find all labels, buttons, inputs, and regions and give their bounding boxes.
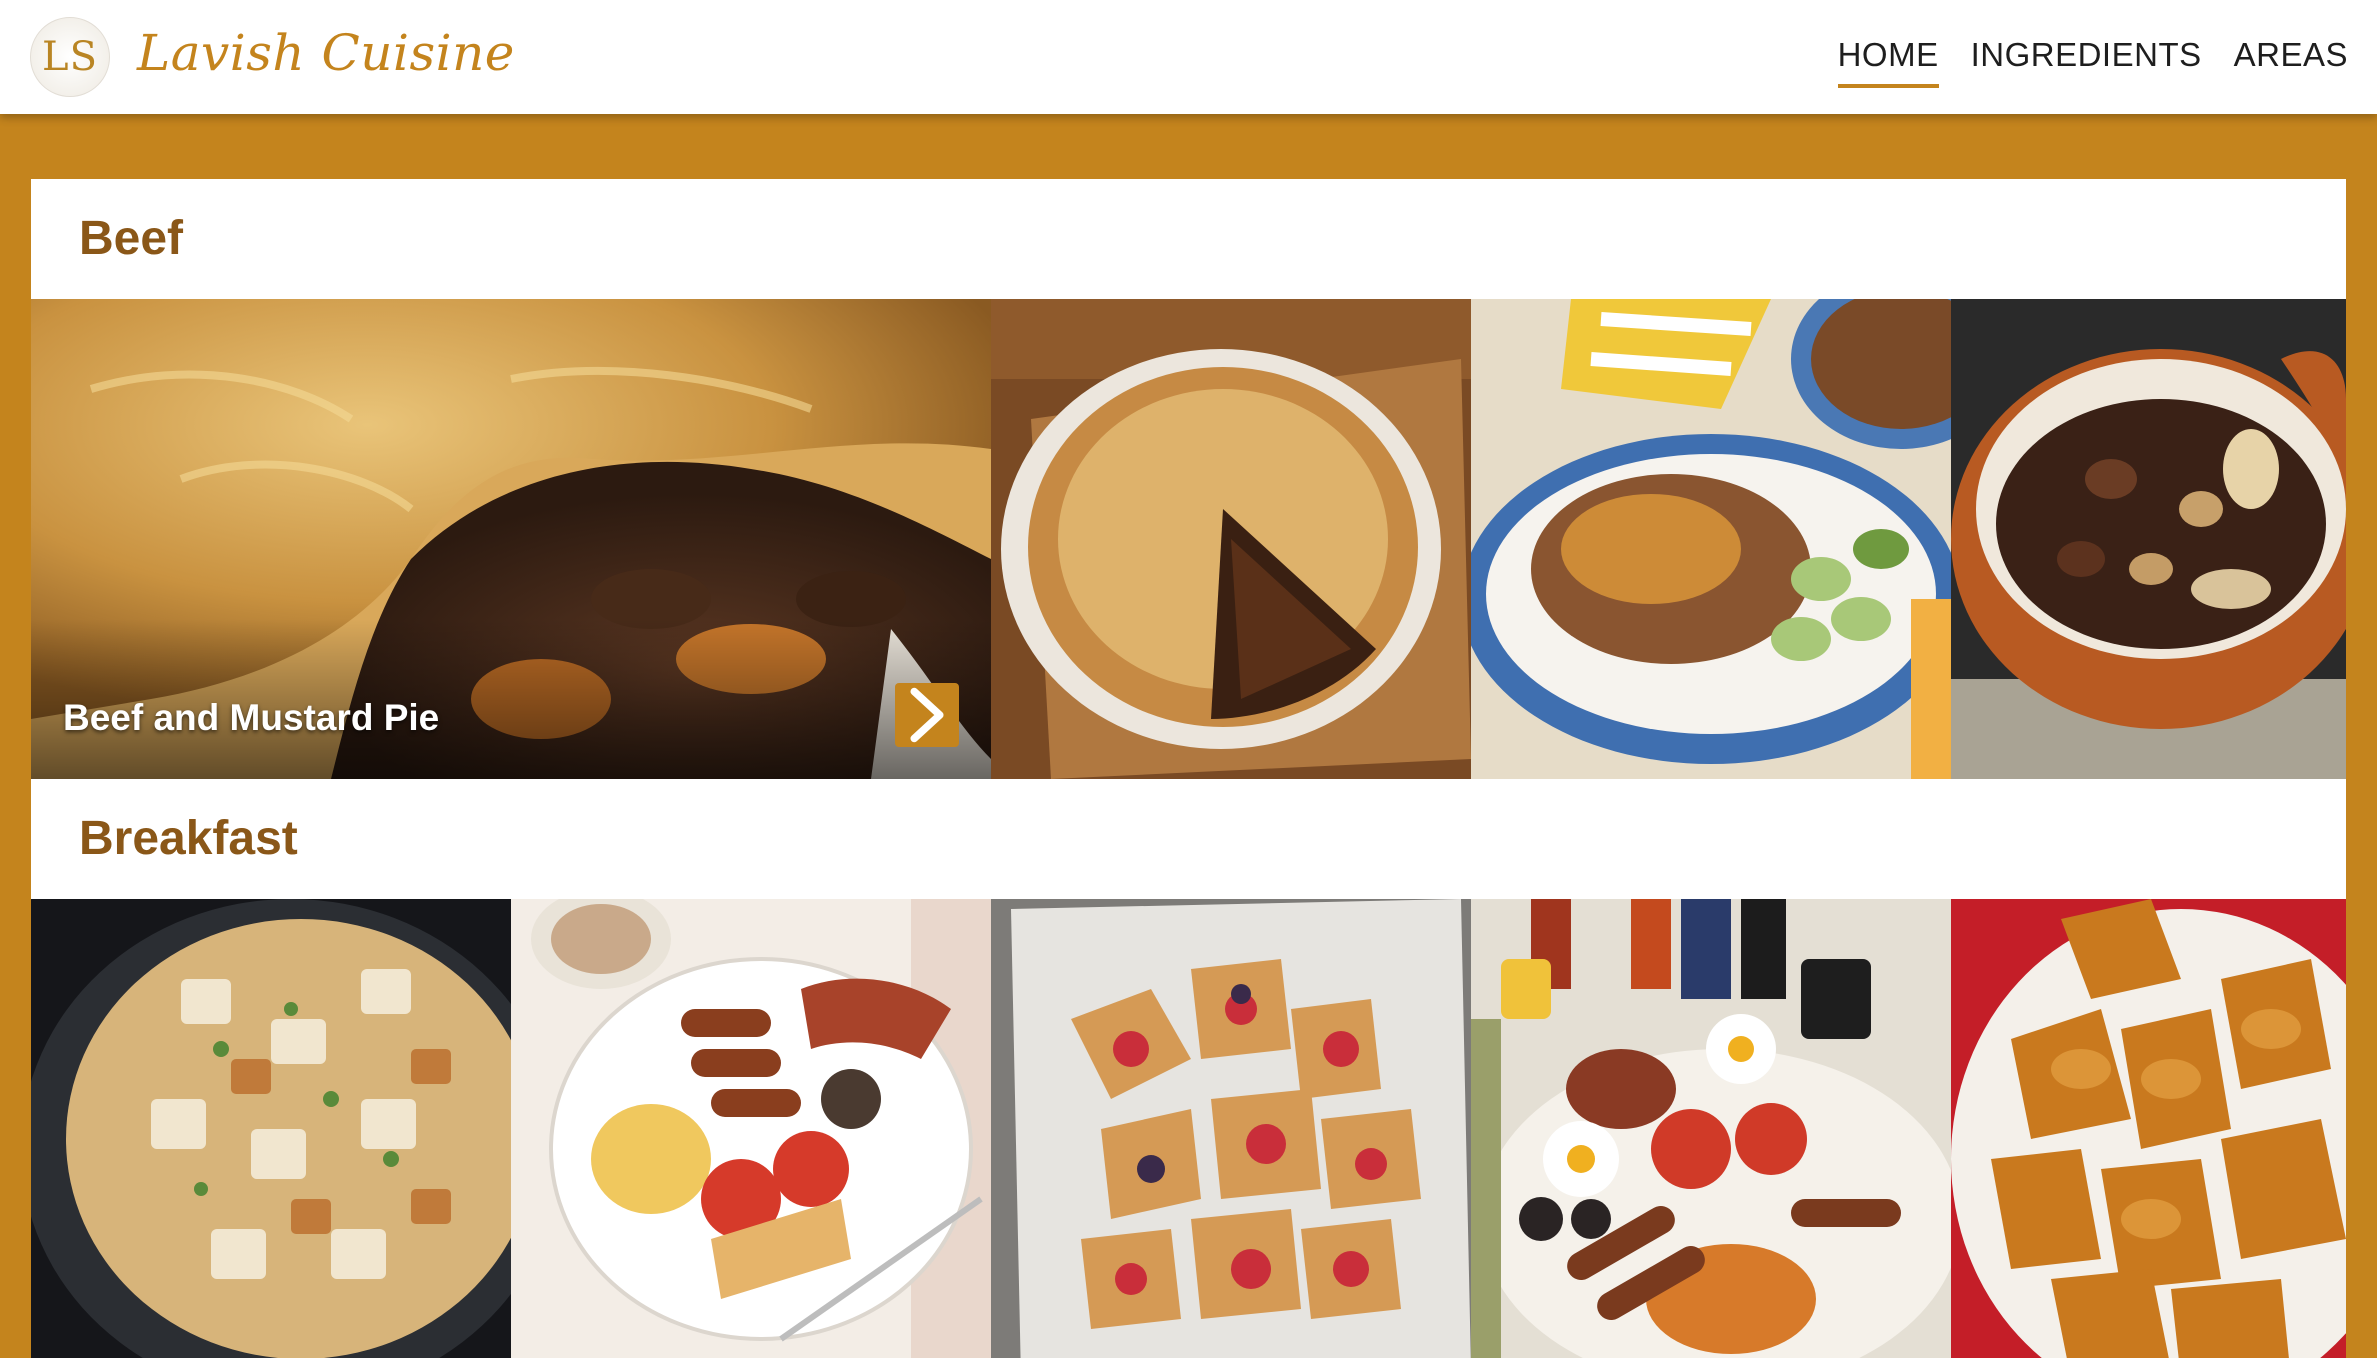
meal-card[interactable] <box>511 899 991 1358</box>
category-header-breakfast: Breakfast <box>31 779 2346 899</box>
meal-card[interactable] <box>1951 299 2346 779</box>
meal-photo <box>1471 299 1951 779</box>
meal-card[interactable] <box>1471 899 1951 1358</box>
category-header-beef: Beef <box>31 179 2346 299</box>
meal-card[interactable] <box>31 899 511 1358</box>
category-title: Breakfast <box>79 812 298 865</box>
meal-carousel-breakfast <box>31 899 2346 1358</box>
meal-photo <box>1951 299 2346 779</box>
meal-card[interactable] <box>991 299 1471 779</box>
meal-card[interactable] <box>1951 899 2346 1358</box>
brand-name[interactable]: Lavish Cuisine <box>137 24 515 82</box>
logo-badge[interactable]: LS <box>30 17 110 97</box>
meal-photo <box>511 899 991 1358</box>
nav-ingredients[interactable]: INGREDIENTS <box>1971 36 2202 88</box>
meal-card[interactable] <box>991 899 1471 1358</box>
meal-card-featured[interactable]: Beef and Mustard Pie <box>31 299 991 779</box>
top-navigation-bar: LS Lavish Cuisine HOME INGREDIENTS AREAS <box>0 0 2377 114</box>
meal-photo <box>1951 899 2346 1358</box>
meal-title: Beef and Mustard Pie <box>63 697 440 738</box>
nav-areas[interactable]: AREAS <box>2234 36 2348 88</box>
nav-home[interactable]: HOME <box>1837 36 1939 88</box>
chevron-right-icon <box>910 687 944 743</box>
main-nav: HOME INGREDIENTS AREAS <box>1837 36 2348 88</box>
meal-photo <box>991 299 1471 779</box>
meal-photo <box>991 899 1471 1358</box>
category-title: Beef <box>79 212 184 265</box>
logo-initials: LS <box>42 34 98 80</box>
open-meal-button[interactable] <box>895 683 959 747</box>
meal-photo <box>31 899 511 1358</box>
meal-photo <box>1471 899 1951 1358</box>
meal-carousel-beef: Beef and Mustard Pie <box>31 299 2346 779</box>
meal-card[interactable] <box>1471 299 1951 779</box>
